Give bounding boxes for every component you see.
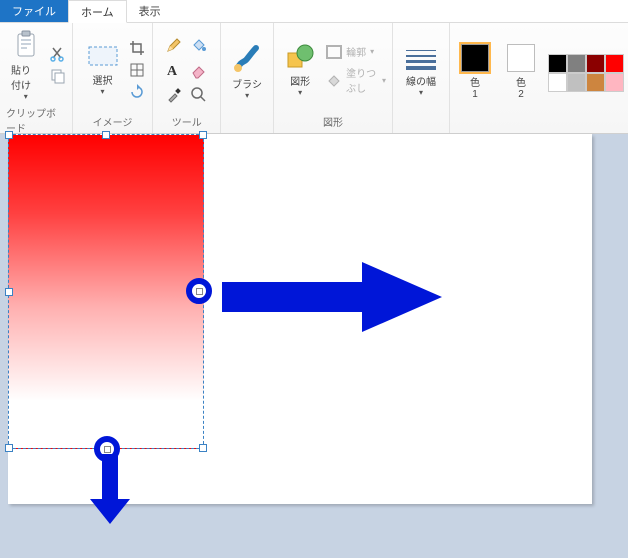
selection-handle[interactable]: [5, 131, 13, 139]
select-button[interactable]: 選択 ▾: [81, 41, 125, 98]
chevron-down-icon: ▾: [245, 93, 249, 99]
palette-swatch[interactable]: [548, 73, 567, 92]
group-clipboard-label: クリップボード: [6, 103, 66, 137]
color-palette: [548, 54, 622, 90]
tab-file[interactable]: ファイル: [0, 0, 68, 22]
shape-outline-button[interactable]: 輪郭 ▾: [326, 44, 386, 59]
selection-rect[interactable]: [8, 134, 204, 449]
tab-bar: ファイル ホーム 表示: [0, 0, 628, 23]
shapes-icon: [285, 43, 315, 71]
chevron-down-icon: ▾: [24, 94, 28, 100]
selection-handle[interactable]: [5, 444, 13, 452]
brush-icon: [232, 44, 262, 74]
select-icon: [86, 44, 120, 70]
pencil-icon[interactable]: [163, 34, 185, 56]
tab-home[interactable]: ホーム: [68, 0, 127, 23]
svg-text:A: A: [167, 64, 178, 79]
brushes-label: ブラシ: [232, 76, 262, 91]
chevron-down-icon: ▾: [101, 89, 105, 95]
shape-fill-button[interactable]: 塗りつぶし ▾: [326, 65, 386, 95]
ribbon: 貼り付け ▾ クリップボード: [0, 23, 628, 134]
group-linewidth: 線の幅 ▾: [393, 23, 450, 133]
fill-label: 塗りつぶし: [346, 65, 378, 95]
group-shapes-label: 図形: [323, 112, 343, 131]
group-image: 選択 ▾ イメージ: [73, 23, 154, 133]
selection-handle[interactable]: [199, 131, 207, 139]
magnifier-icon[interactable]: [188, 84, 210, 106]
chevron-down-icon: ▾: [370, 47, 374, 56]
chevron-down-icon: ▾: [298, 90, 302, 96]
copy-icon[interactable]: [50, 68, 66, 84]
palette-swatch[interactable]: [605, 54, 624, 73]
group-tools: A ツール: [153, 23, 221, 133]
outline-label: 輪郭: [346, 44, 366, 59]
palette-swatch[interactable]: [586, 73, 605, 92]
rotate-icon[interactable]: [129, 84, 145, 100]
palette-swatch[interactable]: [605, 73, 624, 92]
color2-swatch: [507, 44, 535, 72]
select-label: 選択: [93, 72, 113, 87]
palette-swatch[interactable]: [567, 54, 586, 73]
fill-bucket-icon: [326, 73, 342, 87]
picker-icon[interactable]: [163, 84, 185, 106]
shapes-label: 図形: [290, 73, 310, 88]
linewidth-label: 線の幅: [406, 73, 436, 88]
group-image-label: イメージ: [93, 112, 133, 131]
color2-button[interactable]: 色 2: [502, 41, 540, 103]
chevron-down-icon: ▾: [419, 90, 423, 96]
paste-button[interactable]: 貼り付け ▾: [6, 27, 46, 103]
color2-label: 色 2: [516, 74, 526, 100]
app-window: ファイル ホーム 表示 貼り付け ▾: [0, 0, 628, 558]
outline-icon: [326, 45, 342, 59]
linewidth-button[interactable]: 線の幅 ▾: [399, 44, 443, 99]
annotation-arrow-right: [222, 262, 442, 332]
crop-icon[interactable]: [129, 40, 145, 56]
text-icon[interactable]: A: [163, 59, 185, 81]
shapes-button[interactable]: 図形 ▾: [280, 40, 320, 99]
selection-handle[interactable]: [5, 288, 13, 296]
brushes-button[interactable]: ブラシ ▾: [227, 41, 267, 102]
selection-handle[interactable]: [102, 131, 110, 139]
clipboard-icon: [13, 30, 39, 60]
cut-icon[interactable]: [50, 46, 66, 62]
group-colors: 色 1 色 2: [450, 23, 628, 133]
group-tools-label: ツール: [172, 112, 202, 131]
linewidth-icon: [404, 47, 438, 71]
color1-label: 色 1: [470, 74, 480, 100]
resize-icon[interactable]: [129, 62, 145, 78]
palette-swatch[interactable]: [586, 54, 605, 73]
color1-swatch: [461, 44, 489, 72]
eraser-icon[interactable]: [188, 59, 210, 81]
annotation-ring-right: [186, 278, 212, 304]
group-shapes: 図形 ▾ 輪郭 ▾ 塗りつぶし ▾ 図形: [274, 23, 393, 133]
tab-view[interactable]: 表示: [127, 0, 173, 22]
annotation-arrow-down: [90, 454, 130, 524]
group-clipboard: 貼り付け ▾ クリップボード: [0, 23, 73, 133]
paste-label: 貼り付け: [11, 62, 41, 92]
color1-button[interactable]: 色 1: [456, 41, 494, 103]
group-brushes: ブラシ ▾: [221, 23, 274, 133]
work-area: [0, 134, 628, 558]
palette-swatch[interactable]: [567, 73, 586, 92]
palette-swatch[interactable]: [548, 54, 567, 73]
fill-icon[interactable]: [188, 34, 210, 56]
chevron-down-icon: ▾: [382, 76, 386, 85]
selection-handle[interactable]: [199, 444, 207, 452]
